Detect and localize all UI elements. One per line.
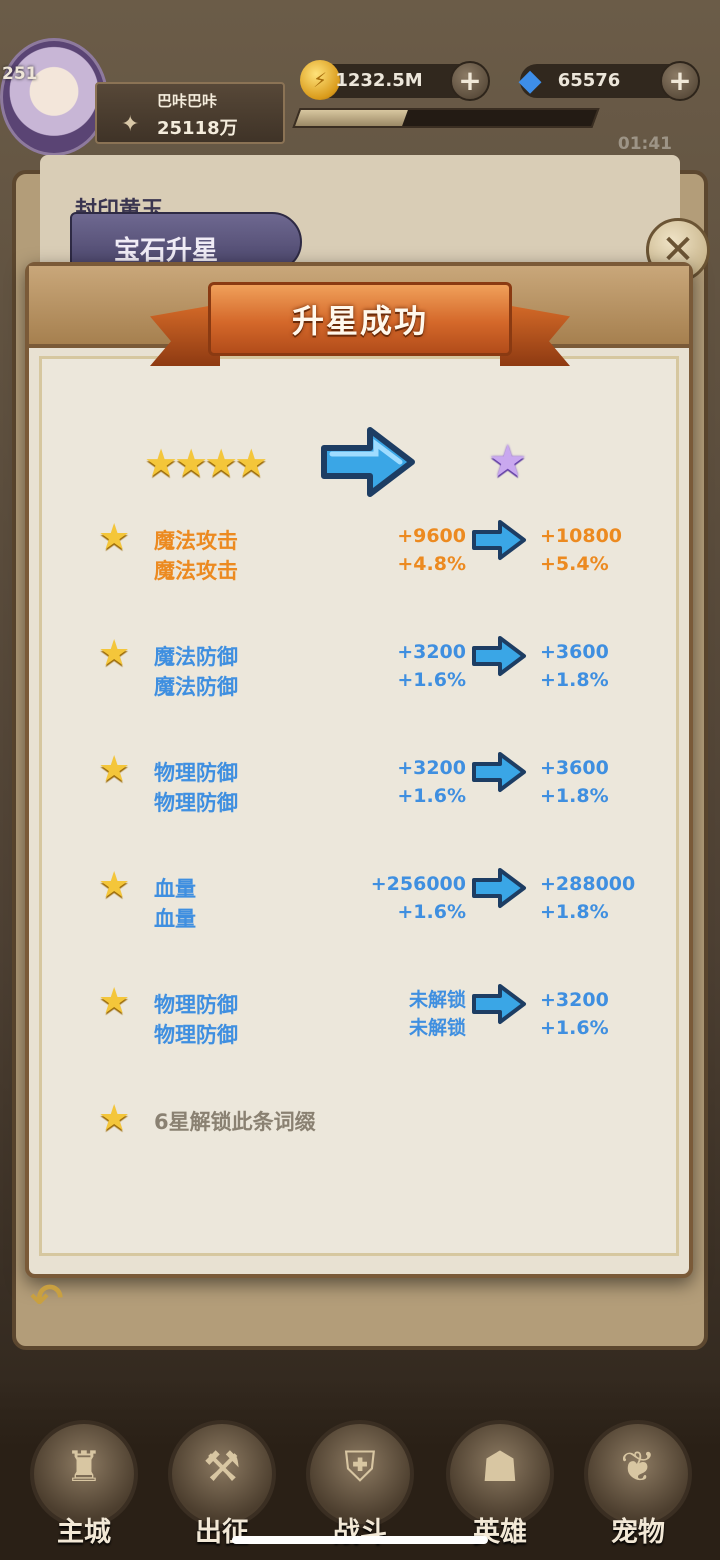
- stat-name-line: 物理防御: [154, 761, 238, 785]
- stat-new-line: +1.8%: [540, 901, 609, 923]
- stat-old-value: +9600 +4.8%: [397, 522, 466, 578]
- castle-icon: ♜: [65, 1442, 103, 1491]
- stat-name-line: 物理防御: [154, 791, 238, 815]
- clock: 01:41: [617, 134, 672, 154]
- hooded-hero-icon: ☗: [481, 1442, 519, 1491]
- stat-new-value: +288000 +1.8%: [540, 870, 635, 926]
- stat-new-line: +3600: [540, 757, 609, 779]
- stat-star-icon: ★: [98, 633, 131, 674]
- stat-name-line: 物理防御: [154, 1023, 238, 1047]
- stat-old-line: +1.6%: [397, 901, 466, 923]
- player-name: 巴咔巴咔: [157, 92, 218, 110]
- stars-before: ★ ★ ★ ★: [144, 441, 268, 485]
- nav-label[interactable]: 主城: [30, 1510, 138, 1549]
- player-avatar[interactable]: [0, 38, 108, 156]
- stat-new-line: +5.4%: [540, 553, 609, 575]
- home-indicator: [232, 1536, 488, 1544]
- stat-new-line: +288000: [540, 873, 636, 895]
- stat-old-line: +1.6%: [397, 785, 466, 807]
- locked-star-icon: ★: [98, 1098, 131, 1139]
- stat-new-line: +1.8%: [540, 785, 609, 807]
- stat-old-line: +256000: [370, 873, 466, 895]
- stat-new-line: +10800: [540, 525, 623, 547]
- stat-old-line: 未解锁: [408, 1017, 466, 1039]
- stat-new-line: +3200: [540, 989, 609, 1011]
- stat-old-line: +3200: [397, 641, 466, 663]
- stat-arrow-icon: [472, 868, 526, 908]
- star-before-icon: ★: [144, 441, 179, 485]
- power-icon: ✦: [121, 112, 140, 137]
- stat-new-value: +3600 +1.8%: [540, 638, 609, 694]
- stat-new-line: +1.6%: [540, 1017, 609, 1039]
- crossed-axes-icon: ⚒: [203, 1442, 241, 1491]
- exp-bar-fill: [295, 110, 408, 126]
- stat-name-line: 魔法攻击: [154, 529, 238, 553]
- stat-name-line: 血量: [154, 907, 196, 931]
- stat-old-value: +3200 +1.6%: [397, 638, 466, 694]
- stat-new-value: +10800 +5.4%: [540, 522, 622, 578]
- stat-new-line: +3600: [540, 641, 609, 663]
- stat-new-line: +1.8%: [540, 669, 609, 691]
- star-before-icon: ★: [234, 441, 269, 485]
- stat-new-value: +3600 +1.8%: [540, 754, 609, 810]
- stat-name-line: 物理防御: [154, 993, 238, 1017]
- player-name-plate[interactable]: 巴咔巴咔 ✦ 25118万: [95, 82, 285, 144]
- stat-old-line: +9600: [397, 525, 466, 547]
- stat-old-value: +256000 +1.6%: [371, 870, 466, 926]
- stat-name: 魔法防御 魔法防御: [154, 642, 238, 702]
- star-before-icon: ★: [204, 441, 239, 485]
- star-after-icon: ★: [488, 436, 528, 487]
- gem-resource: ◆ 65576 +: [518, 61, 700, 101]
- stat-name-line: 血量: [154, 877, 196, 901]
- gold-resource: ⚡ 1232.5M +: [300, 60, 490, 101]
- player-power: 25118万: [157, 118, 238, 139]
- stat-name-line: 魔法防御: [154, 675, 238, 699]
- nav-label[interactable]: 宠物: [584, 1510, 692, 1549]
- unlock-note: 6星解锁此条词缀: [154, 1110, 316, 1134]
- add-gem-button[interactable]: +: [660, 61, 700, 101]
- stat-old-line: +3200: [397, 757, 466, 779]
- stat-new-value: +3200 +1.6%: [540, 986, 609, 1042]
- stat-old-value: 未解锁 未解锁: [409, 986, 466, 1042]
- stat-arrow-icon: [472, 636, 526, 676]
- upgrade-arrow-icon: [321, 427, 415, 497]
- stat-name-line: 魔法攻击: [154, 559, 238, 583]
- add-gold-button[interactable]: +: [450, 61, 490, 101]
- stat-star-icon: ★: [98, 865, 131, 906]
- player-level: 251: [2, 64, 38, 84]
- shield-icon: ⛨: [344, 1442, 376, 1491]
- gem-value: 65576: [557, 70, 621, 91]
- star-before-icon: ★: [174, 441, 209, 485]
- stat-arrow-icon: [472, 520, 526, 560]
- stat-old-line: 未解锁: [408, 989, 466, 1011]
- stat-star-icon: ★: [98, 981, 131, 1022]
- stat-arrow-icon: [472, 752, 526, 792]
- stat-arrow-icon: [472, 984, 526, 1024]
- title-ribbon: 升星成功: [208, 282, 512, 356]
- dragon-icon: ❦: [620, 1442, 656, 1491]
- gold-value: 1232.5M: [335, 70, 423, 91]
- stat-name: 物理防御 物理防御: [154, 758, 238, 818]
- stat-old-value: +3200 +1.6%: [397, 754, 466, 810]
- back-arrow-icon[interactable]: ↶: [30, 1276, 100, 1322]
- stat-name-line: 魔法防御: [154, 645, 238, 669]
- stat-name: 魔法攻击 魔法攻击: [154, 526, 238, 586]
- stat-star-icon: ★: [98, 517, 131, 558]
- modal-title: 升星成功: [291, 302, 428, 340]
- stat-star-icon: ★: [98, 749, 131, 790]
- stat-name: 血量 血量: [154, 874, 196, 934]
- stat-old-line: +4.8%: [397, 553, 466, 575]
- stat-old-line: +1.6%: [397, 669, 466, 691]
- stat-name: 物理防御 物理防御: [154, 990, 238, 1050]
- exp-bar: [292, 108, 600, 128]
